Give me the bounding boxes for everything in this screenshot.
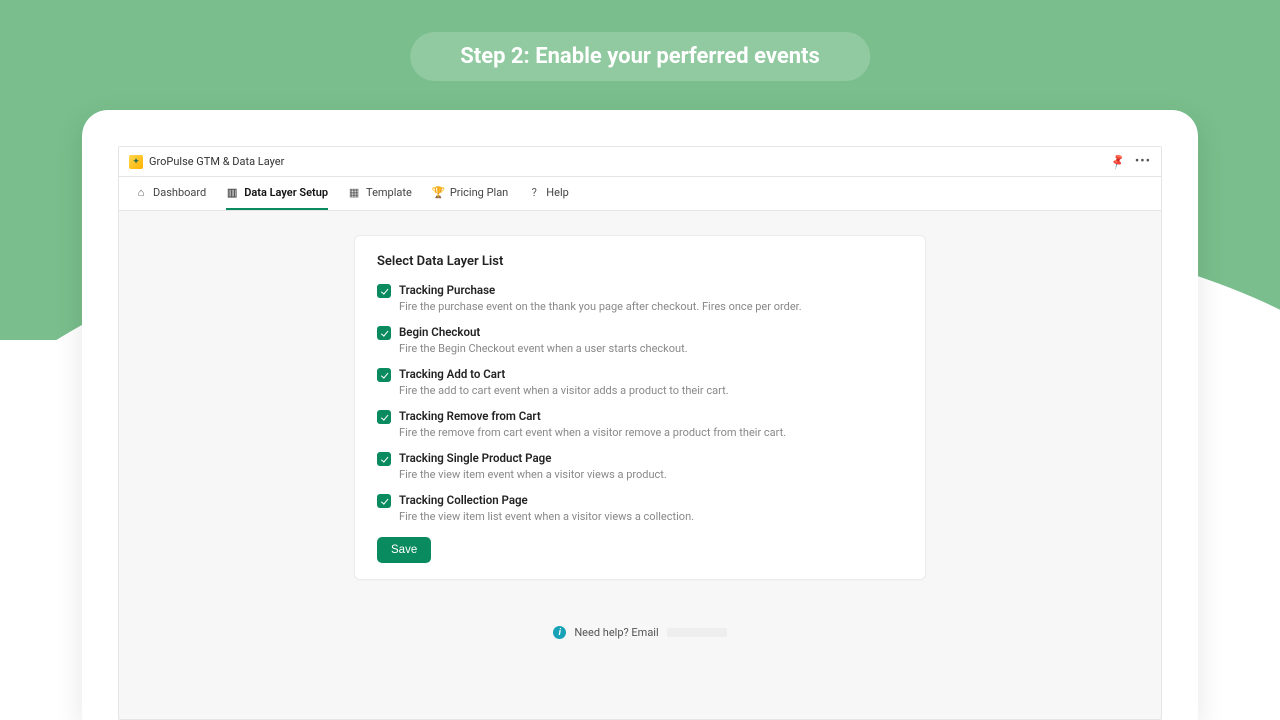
app-logo-icon: ✦ bbox=[129, 155, 143, 169]
tab-label: Help bbox=[546, 186, 569, 199]
option-title: Begin Checkout bbox=[399, 325, 688, 339]
option-row: Tracking Single Product Page Fire the vi… bbox=[377, 451, 903, 481]
option-title: Tracking Remove from Cart bbox=[399, 409, 786, 423]
info-icon: i bbox=[553, 626, 566, 639]
app-title: GroPulse GTM & Data Layer bbox=[149, 155, 284, 168]
app-topbar-actions: 📌 ••• bbox=[1111, 154, 1151, 169]
tab-pricing[interactable]: 🏆 Pricing Plan bbox=[432, 177, 508, 210]
data-layer-card: Select Data Layer List Tracking Purchase… bbox=[354, 235, 926, 580]
option-title: Tracking Purchase bbox=[399, 283, 802, 297]
option-desc: Fire the purchase event on the thank you… bbox=[399, 300, 802, 313]
checkbox-icon[interactable] bbox=[377, 410, 391, 424]
option-row: Tracking Add to Cart Fire the add to car… bbox=[377, 367, 903, 397]
tab-label: Pricing Plan bbox=[450, 186, 508, 199]
option-row: Tracking Purchase Fire the purchase even… bbox=[377, 283, 903, 313]
option-desc: Fire the add to cart event when a visito… bbox=[399, 384, 729, 397]
home-icon: ⌂ bbox=[135, 186, 147, 199]
app-window: ✦ GroPulse GTM & Data Layer 📌 ••• ⌂ Dash… bbox=[118, 146, 1162, 720]
option-title: Tracking Add to Cart bbox=[399, 367, 729, 381]
help-text: Need help? Email bbox=[574, 626, 658, 639]
content-area: Select Data Layer List Tracking Purchase… bbox=[119, 211, 1161, 719]
checkbox-icon[interactable] bbox=[377, 284, 391, 298]
tab-bar: ⌂ Dashboard ▥ Data Layer Setup ▦ Templat… bbox=[119, 177, 1161, 211]
checkbox-icon[interactable] bbox=[377, 326, 391, 340]
option-title: Tracking Single Product Page bbox=[399, 451, 667, 465]
tab-label: Data Layer Setup bbox=[244, 186, 328, 199]
option-row: Tracking Collection Page Fire the view i… bbox=[377, 493, 903, 523]
help-footer: i Need help? Email bbox=[553, 626, 726, 639]
tab-help[interactable]: ? Help bbox=[528, 177, 569, 210]
option-row: Tracking Remove from Cart Fire the remov… bbox=[377, 409, 903, 439]
help-email-redacted bbox=[667, 628, 727, 637]
option-texts: Tracking Add to Cart Fire the add to car… bbox=[399, 367, 729, 397]
option-row: Begin Checkout Fire the Begin Checkout e… bbox=[377, 325, 903, 355]
save-button[interactable]: Save bbox=[377, 537, 431, 563]
tab-data-layer-setup[interactable]: ▥ Data Layer Setup bbox=[226, 177, 328, 210]
checkbox-icon[interactable] bbox=[377, 368, 391, 382]
option-title: Tracking Collection Page bbox=[399, 493, 694, 507]
help-icon: ? bbox=[528, 186, 540, 199]
tab-label: Dashboard bbox=[153, 186, 206, 199]
pin-icon[interactable]: 📌 bbox=[1109, 152, 1127, 170]
layers-icon: ▥ bbox=[226, 186, 238, 199]
card-title: Select Data Layer List bbox=[377, 254, 903, 269]
tab-dashboard[interactable]: ⌂ Dashboard bbox=[135, 177, 206, 210]
checkbox-icon[interactable] bbox=[377, 452, 391, 466]
option-texts: Tracking Remove from Cart Fire the remov… bbox=[399, 409, 786, 439]
pricing-icon: 🏆 bbox=[432, 186, 444, 199]
checkbox-icon[interactable] bbox=[377, 494, 391, 508]
device-frame: ✦ GroPulse GTM & Data Layer 📌 ••• ⌂ Dash… bbox=[82, 110, 1198, 720]
option-desc: Fire the Begin Checkout event when a use… bbox=[399, 342, 688, 355]
option-texts: Begin Checkout Fire the Begin Checkout e… bbox=[399, 325, 688, 355]
option-texts: Tracking Purchase Fire the purchase even… bbox=[399, 283, 802, 313]
option-desc: Fire the view item list event when a vis… bbox=[399, 510, 694, 523]
option-texts: Tracking Collection Page Fire the view i… bbox=[399, 493, 694, 523]
step-banner: Step 2: Enable your perferred events bbox=[410, 32, 870, 81]
app-topbar: ✦ GroPulse GTM & Data Layer 📌 ••• bbox=[119, 147, 1161, 177]
option-desc: Fire the view item event when a visitor … bbox=[399, 468, 667, 481]
tab-template[interactable]: ▦ Template bbox=[348, 177, 412, 210]
app-title-area: ✦ GroPulse GTM & Data Layer bbox=[129, 155, 284, 169]
more-icon[interactable]: ••• bbox=[1135, 154, 1151, 169]
template-icon: ▦ bbox=[348, 186, 360, 199]
option-desc: Fire the remove from cart event when a v… bbox=[399, 426, 786, 439]
option-texts: Tracking Single Product Page Fire the vi… bbox=[399, 451, 667, 481]
tab-label: Template bbox=[366, 186, 412, 199]
